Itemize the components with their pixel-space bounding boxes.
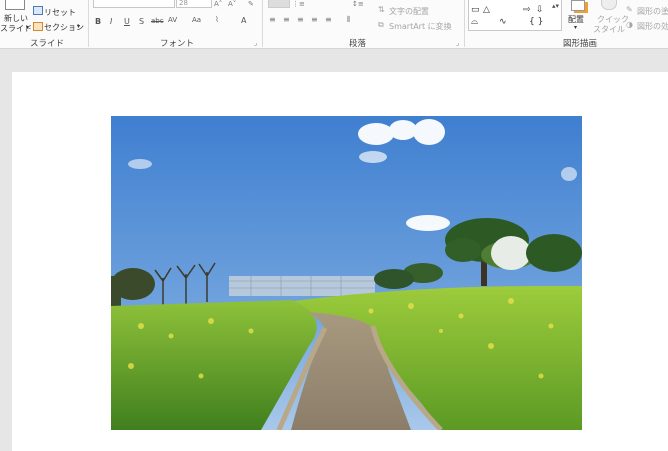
bold-button[interactable]: B <box>95 17 101 26</box>
arrange-icon[interactable] <box>571 0 585 11</box>
drawing-group-label: 図形描画 <box>563 39 598 49</box>
shape-fill-icon: ✎ <box>626 5 633 14</box>
char-spacing-button[interactable]: AV <box>168 16 177 24</box>
ribbon: 新しい スライド ▾ リセット セクション ▾ スライド 28 A˄ A˅ ✎ … <box>0 0 668 49</box>
section-icon <box>33 22 43 31</box>
chevron-down-icon[interactable]: ▾ <box>77 23 80 30</box>
italic-button[interactable]: I <box>110 17 112 26</box>
text-align-button[interactable]: 文字の配置 <box>389 6 429 17</box>
shapes-gallery[interactable]: ▭ △ ⇨ ⇩ ⌓ ∿ { } <box>468 0 562 31</box>
new-slide-icon[interactable] <box>5 0 25 10</box>
rectangle-shape-icon[interactable]: ▭ <box>471 5 480 15</box>
dialog-launcher-icon[interactable]: ⌟ <box>254 39 257 47</box>
distributed-icon[interactable]: ≡ <box>325 15 332 24</box>
separator <box>464 0 465 47</box>
strikethrough-button[interactable]: abc <box>151 17 164 25</box>
font-name-box[interactable] <box>93 0 175 8</box>
slide-photo[interactable] <box>111 116 582 430</box>
separator <box>88 0 89 47</box>
underline-button[interactable]: U <box>124 17 130 26</box>
arrow-right-shape-icon[interactable]: ⇨ <box>523 5 531 15</box>
freeform-shape-icon[interactable]: ⌓ <box>471 17 478 27</box>
bullets-icon[interactable] <box>268 0 290 8</box>
change-case-button[interactable]: Aa <box>192 16 201 24</box>
gallery-scroll-icon[interactable]: ▴▾ <box>552 2 559 10</box>
font-size-box[interactable]: 28 <box>176 0 212 8</box>
quick-style-button-2[interactable]: スタイル <box>593 24 625 35</box>
reset-button[interactable]: リセット <box>44 7 76 18</box>
separator <box>262 0 263 47</box>
quick-style-icon[interactable] <box>601 0 617 10</box>
landscape-image <box>111 116 582 430</box>
numbering-icon[interactable]: ⋮≡ <box>292 0 305 8</box>
line-spacing-icon[interactable]: ↕≡ <box>352 0 364 8</box>
highlight-icon[interactable]: ⌇ <box>215 15 219 24</box>
shape-effects-button[interactable]: 図形の効 <box>637 21 668 32</box>
triangle-shape-icon[interactable]: △ <box>483 5 490 15</box>
dialog-launcher-icon[interactable]: ⌟ <box>456 39 459 47</box>
smartart-icon: ⧉ <box>378 20 384 29</box>
shadow-button[interactable]: S <box>139 17 144 26</box>
chevron-down-icon[interactable]: ▾ <box>26 24 29 31</box>
grow-font-icon[interactable]: A˄ <box>214 0 222 8</box>
slides-group-label: スライド <box>30 39 65 49</box>
text-direction-icon: ⇅ <box>378 5 385 14</box>
font-group-label: フォント <box>160 39 195 49</box>
font-color-button[interactable]: A <box>241 16 246 25</box>
shape-effects-icon: ◑ <box>626 20 633 29</box>
shape-fill-button[interactable]: 図形の塗 <box>637 6 668 17</box>
curve-shape-icon[interactable]: ∿ <box>499 17 507 27</box>
brace-shape-icon[interactable]: { } <box>529 17 543 27</box>
convert-smartart-button[interactable]: SmartArt に変換 <box>389 21 452 32</box>
columns-icon[interactable]: ⫴ <box>347 15 350 25</box>
align-center-icon[interactable]: ≡ <box>283 15 290 24</box>
justify-icon[interactable]: ≡ <box>311 15 318 24</box>
align-left-icon[interactable]: ≡ <box>269 15 276 24</box>
paragraph-group-label: 段落 <box>349 39 367 49</box>
reset-icon <box>33 6 43 15</box>
align-right-icon[interactable]: ≡ <box>297 15 304 24</box>
shrink-font-icon[interactable]: A˅ <box>228 0 236 8</box>
clear-format-icon[interactable]: ✎ <box>248 0 254 8</box>
arrow-down-shape-icon[interactable]: ⇩ <box>536 5 544 15</box>
chevron-down-icon[interactable]: ▾ <box>574 24 577 31</box>
